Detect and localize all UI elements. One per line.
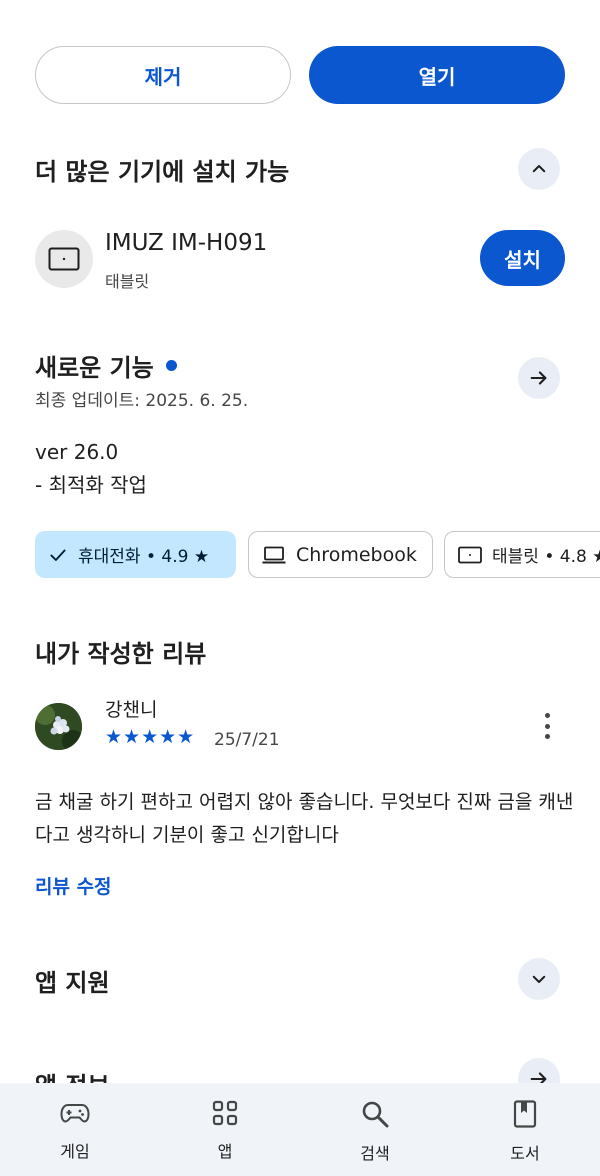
app-support-title: 앱 지원 [35,969,110,997]
more-devices-title: 더 많은 기기에 설치 가능 [35,158,290,186]
star-rating: ★★★★★ [105,726,196,748]
gamepad-icon [60,1104,90,1123]
nav-search[interactable]: 검색 [300,1083,450,1176]
nav-apps[interactable]: 앱 [150,1083,300,1176]
open-button[interactable]: 열기 [309,46,565,104]
whats-new-label: 새로운 기능 [35,354,154,382]
review-date: 25/7/21 [214,730,280,750]
book-icon [513,1100,537,1128]
reviewer-avatar [35,703,82,750]
reviewer-name: 강챈니 [105,699,158,721]
device-avatar [35,230,93,288]
chip-phone-label: 휴대전화 • 4.9 ★ [78,547,210,567]
release-notes: ver 26.0 - 최적화 작업 [35,440,147,497]
chip-tablet-label: 태블릿 • 4.8 ★ [492,547,600,567]
nav-games[interactable]: 게임 [0,1083,150,1176]
apps-grid-icon [212,1100,238,1126]
whats-new-title: 새로운 기능 [35,348,177,383]
tablet-icon [48,247,80,271]
nav-books[interactable]: 도서 [450,1083,600,1176]
app-support-expand-button[interactable] [518,958,560,1000]
chip-chromebook[interactable]: Chromebook [248,531,433,578]
tablet-icon [458,546,482,563]
more-options-icon[interactable] [535,710,559,742]
bottom-navigation: 게임 앱 검색 도서 [0,1083,600,1176]
chevron-up-icon [532,165,546,173]
device-type: 태블릿 [105,272,150,291]
nav-books-label: 도서 [510,1144,540,1163]
whats-new-open-button[interactable] [518,357,560,399]
chip-chromebook-label: Chromebook [296,543,417,566]
device-name: IMUZ IM-H091 [105,230,268,256]
review-text: 금 채굴 하기 편하고 어렵지 않아 좋습니다. 무엇보다 진짜 금을 캐낸다고… [35,791,574,846]
chevron-down-icon [532,975,546,983]
laptop-icon [262,546,286,563]
nav-apps-label: 앱 [217,1142,233,1161]
chip-phone[interactable]: 휴대전화 • 4.9 ★ [35,531,236,578]
arrow-right-icon [530,371,547,385]
collapse-button[interactable] [518,148,560,190]
check-icon [50,549,66,561]
chip-tablet[interactable]: 태블릿 • 4.8 ★ [444,531,600,578]
remove-button[interactable]: 제거 [35,46,291,104]
nav-search-label: 검색 [360,1144,390,1163]
nav-games-label: 게임 [60,1142,90,1161]
last-updated: 최종 업데이트: 2025. 6. 25. [35,391,249,411]
install-button[interactable]: 설치 [480,230,565,286]
my-review-title: 내가 작성한 리뷰 [35,640,207,668]
new-indicator-dot [165,360,177,371]
edit-review-link[interactable]: 리뷰 수정 [35,872,112,899]
search-icon [362,1101,389,1128]
